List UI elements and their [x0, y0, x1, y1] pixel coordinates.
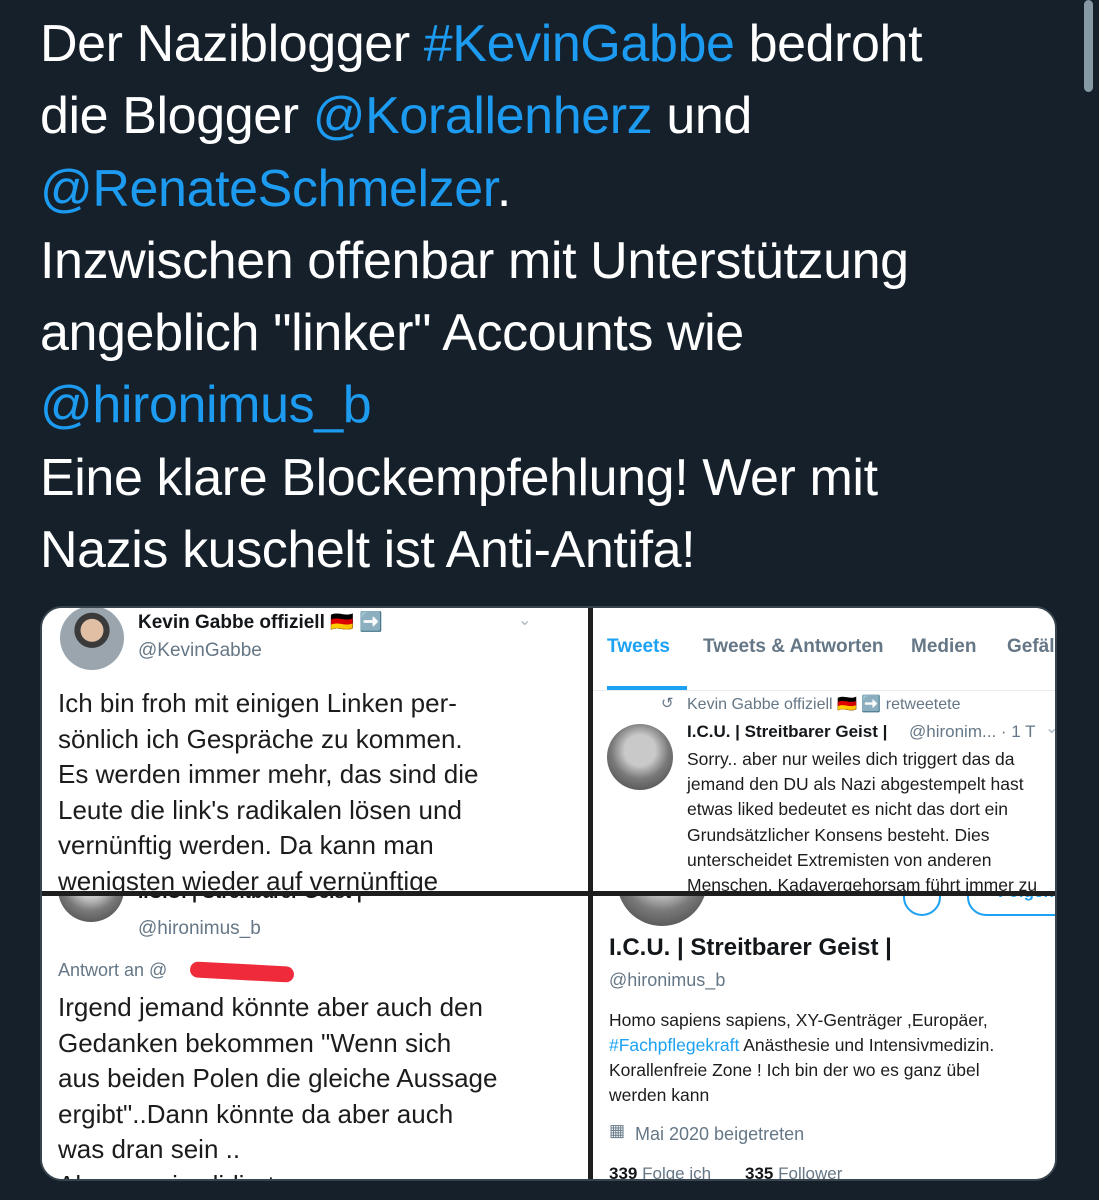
avatar	[58, 896, 124, 922]
chevron-down-icon[interactable]: ⌄	[518, 610, 531, 630]
text-line: Grundsätzlicher Konsens besteht. Dies	[687, 824, 990, 845]
text-segment: Der Naziblogger	[40, 15, 424, 73]
text-line: Es werden immer mehr, das sind die	[58, 759, 479, 789]
text-segment: bedroht	[734, 15, 923, 73]
text-line: Sorry.. aber nur weiles dich triggert da…	[687, 749, 1015, 769]
mention-link[interactable]: @Korallenherz	[313, 87, 653, 145]
avatar	[607, 724, 673, 790]
text-segment: die Blogger	[40, 87, 313, 146]
avatar	[617, 896, 707, 926]
author-handle: @hironimus_b	[138, 918, 261, 939]
joined-date: Mai 2020 beigetreten	[635, 1124, 805, 1144]
text-line: Also quasi validiert	[58, 1168, 578, 1180]
author-handle-time: @hironim... · 1 T	[909, 722, 1036, 741]
text-line: jemand den DU als Nazi abgestempelt hast	[687, 774, 1024, 795]
avatar	[60, 608, 124, 670]
text-segment: .	[496, 159, 511, 218]
screenshot-profile-header: Folgen I.C.U. | Streitbarer Geist | @hir…	[593, 896, 1055, 1181]
tweet-text: Der Naziblogger #KevinGabbe bedroht die …	[40, 8, 1060, 586]
author-name: Kevin Gabbe offiziell 🇩🇪 ➡️	[138, 612, 383, 633]
tweet-line-3: @RenateSchmelzer.	[40, 153, 1060, 225]
tweet-line-8: Nazis kuschelt ist Anti-Antifa!	[40, 521, 696, 580]
text-line: unterscheidet Extremisten von anderen	[687, 849, 992, 870]
profile-bio: Homo sapiens sapiens, XY-Genträger ,Euro…	[609, 1008, 1055, 1108]
bio-line: Homo sapiens sapiens, XY-Genträger ,Euro…	[609, 1010, 988, 1030]
active-tab-indicator	[607, 686, 687, 690]
calendar-icon: ▦	[609, 1121, 626, 1140]
mention-link[interactable]: @RenateSchmelzer	[40, 160, 497, 218]
text-line: sönlich ich Gespräche zu kommen.	[58, 723, 463, 754]
screenshot-profile-tweets: Tweets Tweets & Antworten Medien Gefällt…	[593, 608, 1055, 891]
tweet-body: Sorry.. aber nur weiles dich triggert da…	[687, 747, 1055, 891]
followers-stat[interactable]: 335 Follower	[745, 1164, 843, 1181]
chevron-down-icon[interactable]: ⌄	[1045, 718, 1055, 738]
bio-line: werden kann	[609, 1085, 710, 1105]
tweet-body: Ich bin froh mit einigen Linken per- sön…	[58, 686, 578, 891]
following-count: 339	[609, 1164, 638, 1181]
mention-link[interactable]: @hironimus_b	[40, 376, 372, 434]
following-label: Folge ich	[642, 1164, 712, 1181]
tweet-line-1: Der Naziblogger #KevinGabbe bedroht	[40, 8, 1060, 80]
retweet-icon: ↺	[661, 695, 674, 712]
notification-icon[interactable]	[903, 896, 941, 916]
scrollbar[interactable]	[1084, 0, 1093, 92]
followers-count: 335	[745, 1164, 774, 1181]
text-line: Gedanken bekommen "Wenn sich	[58, 1027, 452, 1058]
text-line: wenigsten wieder auf vernünftige	[58, 865, 439, 892]
profile-name: I.C.U. | Streitbarer Geist |	[609, 934, 892, 961]
tab-media[interactable]: Medien	[911, 636, 976, 658]
text-line: Ich bin froh mit einigen Linken per-	[58, 688, 457, 718]
author-handle: @KevinGabbe	[138, 640, 262, 661]
tweet-line-4: Inzwischen offenbar mit Unterstützung	[40, 231, 909, 290]
author-name-cut: I.C.U. | Streitbarer Geist |	[138, 896, 362, 904]
text-line: etwas liked bedeutet es nicht das dort e…	[687, 799, 1009, 820]
hashtag-link[interactable]: #Fachpflegekraft	[609, 1035, 739, 1055]
reply-to-label: Antwort an @	[58, 960, 168, 980]
bio-line: #Fachpflegekraft Anästhesie und Intensiv…	[609, 1033, 1055, 1058]
author-name: I.C.U. | Streitbarer Geist |	[687, 722, 888, 741]
tweet-line-5: angeblich "linker" Accounts wie	[40, 304, 744, 363]
media-collage[interactable]: Kevin Gabbe offiziell 🇩🇪 ➡️ @KevinGabbe …	[40, 606, 1057, 1181]
text-line: Leute die link's radikalen lösen und	[58, 794, 462, 825]
bio-line: Korallenfreie Zone ! Ich bin der wo es g…	[609, 1060, 980, 1080]
text-segment: und	[652, 87, 752, 146]
retweet-label: Kevin Gabbe offiziell 🇩🇪 ➡️ retweetete	[687, 696, 961, 713]
tweet-body: Irgend jemand könnte aber auch den Gedan…	[58, 990, 578, 1180]
profile-tabs: Tweets Tweets & Antworten Medien Gefällt…	[593, 608, 1055, 691]
redaction-mark	[189, 961, 295, 983]
tweet-line-6: @hironimus_b	[40, 369, 1060, 441]
following-stat[interactable]: 339 Folge ich	[609, 1164, 712, 1181]
tweet-line-7: Eine klare Blockempfehlung! Wer mit	[40, 448, 878, 507]
screenshot-reply-tweet: I.C.U. | Streitbarer Geist | @hironimus_…	[42, 896, 588, 1180]
tab-tweets-replies[interactable]: Tweets & Antworten	[703, 636, 884, 658]
followers-label: Follower	[778, 1164, 843, 1181]
follow-button[interactable]: Folgen	[967, 896, 1055, 916]
tab-likes[interactable]: Gefällt mir	[1007, 636, 1055, 658]
profile-handle: @hironimus_b	[609, 970, 726, 990]
text-line: was dran sein ..	[58, 1134, 241, 1164]
hashtag-link[interactable]: #KevinGabbe	[424, 15, 735, 73]
text-line: Menschen. Kadavergehorsam führt immer zu	[687, 875, 1038, 891]
text-segment: Anästhesie und Intensivmedizin.	[739, 1035, 995, 1055]
text-line: vernünftig werden. Da kann man	[58, 830, 434, 860]
tab-tweets[interactable]: Tweets	[607, 636, 670, 658]
text-line: aus beiden Polen die gleiche Aussage	[58, 1063, 498, 1093]
text-line: ergibt"..Dann könnte da aber auch	[58, 1098, 454, 1129]
text-line: Irgend jemand könnte aber auch den	[58, 992, 483, 1022]
screenshot-kevin-tweet: Kevin Gabbe offiziell 🇩🇪 ➡️ @KevinGabbe …	[42, 608, 588, 891]
tweet-line-2: die Blogger @Korallenherz und	[40, 80, 1060, 152]
